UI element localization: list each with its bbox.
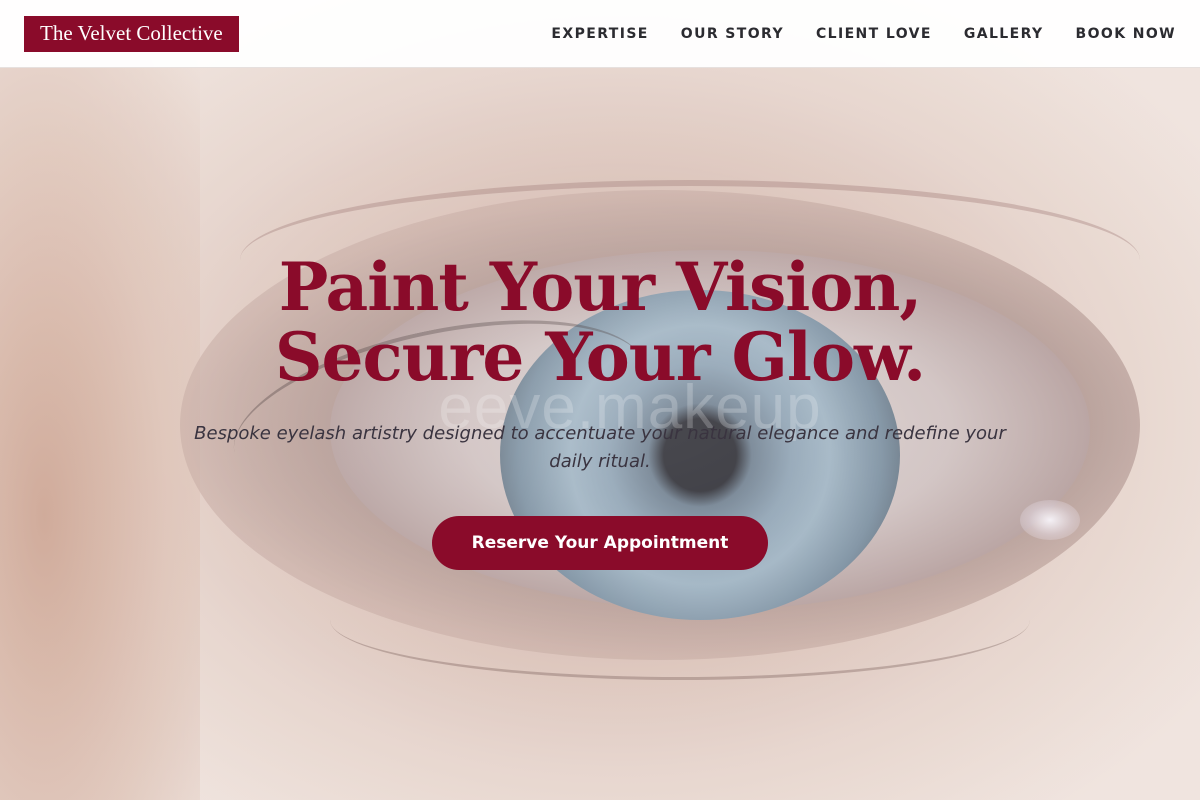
nav-link-expertise[interactable]: EXPERTISE: [551, 26, 648, 42]
hero-headline: Paint Your Vision, Secure Your Glow.: [0, 252, 1200, 392]
nav-link-client-love[interactable]: CLIENT LOVE: [816, 26, 932, 42]
hero-section: Paint Your Vision, Secure Your Glow. Bes…: [0, 252, 1200, 570]
nav-link-book-now[interactable]: BOOK NOW: [1076, 26, 1176, 42]
nav-link-our-story[interactable]: OUR STORY: [681, 26, 784, 42]
site-header: The Velvet Collective EXPERTISE OUR STOR…: [0, 0, 1200, 68]
brand-logo[interactable]: The Velvet Collective: [24, 15, 239, 52]
hero-subtitle: Bespoke eyelash artistry designed to acc…: [194, 423, 1006, 472]
reserve-appointment-button[interactable]: Reserve Your Appointment: [431, 516, 769, 570]
hero-headline-line2: Secure Your Glow.: [274, 318, 926, 396]
hero-headline-line1: Paint Your Vision,: [278, 248, 923, 326]
nav-link-gallery[interactable]: GALLERY: [964, 26, 1044, 42]
main-nav: EXPERTISE OUR STORY CLIENT LOVE GALLERY …: [551, 26, 1176, 42]
